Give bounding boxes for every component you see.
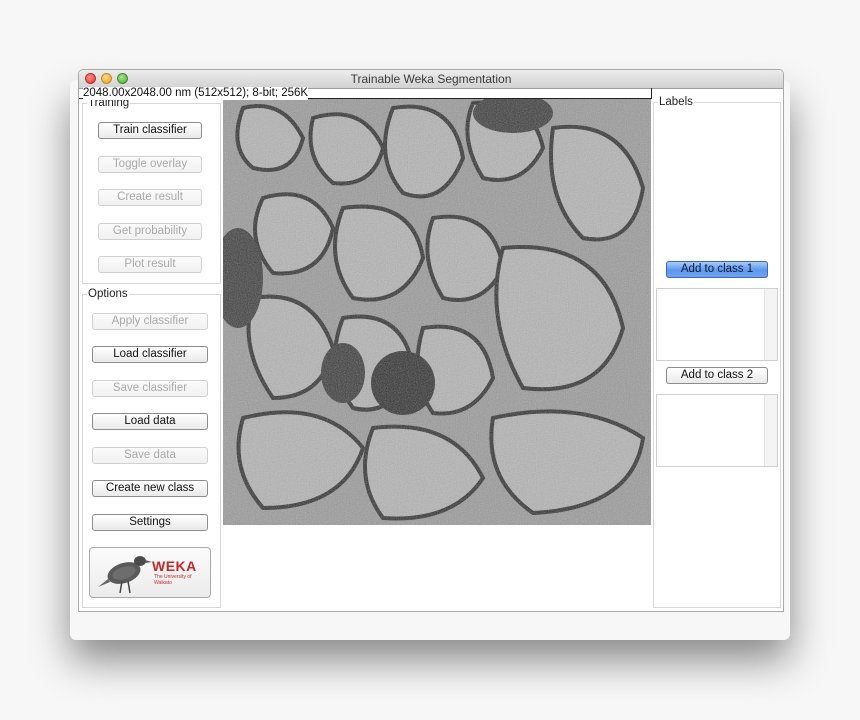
class-2-list-scrollbar[interactable]: [764, 395, 777, 466]
toggle-overlay-button[interactable]: Toggle overlay: [98, 156, 202, 173]
class-2-trace-list[interactable]: [656, 394, 778, 467]
save-classifier-button[interactable]: Save classifier: [92, 380, 208, 397]
class-1-list-scrollbar[interactable]: [764, 289, 777, 360]
app-window: Trainable Weka Segmentation 2048.00x2048…: [78, 69, 784, 612]
add-to-class-1-button[interactable]: Add to class 1: [666, 261, 768, 278]
settings-button[interactable]: Settings: [92, 514, 208, 531]
train-classifier-button[interactable]: Train classifier: [98, 122, 202, 139]
weka-logo-subtitle: The University of Waikato: [154, 574, 192, 586]
weka-logo-button[interactable]: WEKA The University of Waikato: [89, 547, 211, 598]
weka-logo-title: WEKA: [152, 558, 197, 574]
add-to-class-2-button[interactable]: Add to class 2: [666, 367, 768, 384]
class-1-trace-list[interactable]: [656, 288, 778, 361]
create-result-button[interactable]: Create result: [98, 189, 202, 206]
image-info-text: 2048.00x2048.00 nm (512x512); 8-bit; 256…: [83, 87, 309, 100]
get-probability-button[interactable]: Get probability: [98, 223, 202, 240]
apply-classifier-button[interactable]: Apply classifier: [92, 313, 208, 330]
load-data-button[interactable]: Load data: [92, 413, 208, 430]
create-new-class-button[interactable]: Create new class: [92, 480, 208, 497]
window-title: Trainable Weka Segmentation: [350, 72, 512, 86]
load-classifier-button[interactable]: Load classifier: [92, 346, 208, 363]
em-image: [223, 98, 651, 525]
plot-result-button[interactable]: Plot result: [98, 256, 202, 273]
labels-legend: Labels: [659, 96, 693, 108]
weka-bird-icon: [98, 556, 152, 594]
image-canvas[interactable]: [223, 98, 651, 525]
options-legend: Options: [88, 288, 128, 300]
save-data-button[interactable]: Save data: [92, 447, 208, 464]
